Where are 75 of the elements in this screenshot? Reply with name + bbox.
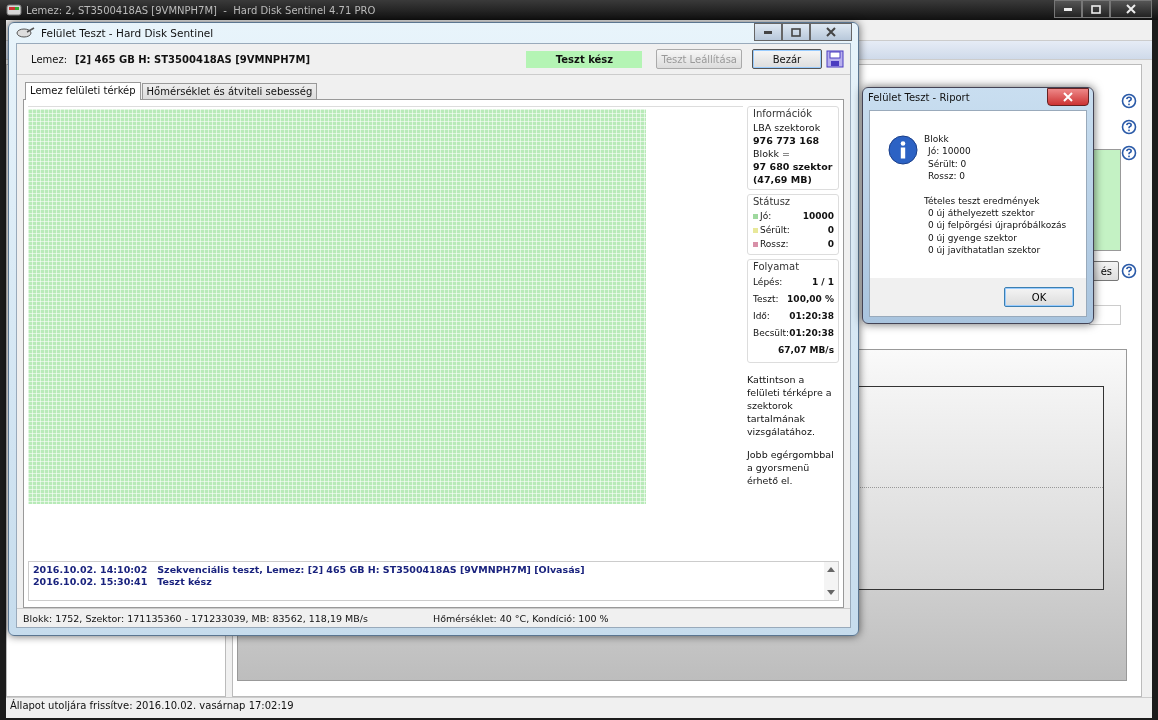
tab[interactable]: Lemez felületi térkép [25,82,141,100]
status-value: 0 [827,224,834,237]
status-label: Rossz: [760,238,790,251]
maximize-button[interactable] [782,23,810,41]
minimize-button[interactable] [1054,0,1082,18]
report-text: Sérült: 0 [927,157,968,171]
maximize-icon [791,27,801,37]
window-title: Lemez: 2, ST3500418AS [9VMNPH7M] - Hard Disk Sentinel 4.71 PRO [26,4,377,16]
window-title: Felület Teszt - Riport [868,91,971,103]
group-title: Státusz [753,195,792,207]
disk-icon [15,26,35,40]
help-icon[interactable] [1121,263,1137,279]
info-text: (47,69 MB) [753,173,813,186]
close-button[interactable] [1047,88,1089,106]
disk-label: Lemez: [31,53,67,65]
status-text: Blokk: 1752, Szektor: 171135360 - 171233039, MB: 83562, 118,19 MB/s [23,612,369,624]
scroll-up-icon[interactable] [827,566,835,572]
scrollbar[interactable] [824,562,838,600]
group-title: Információk [753,107,813,119]
progress-value: 01:20:38 [789,310,834,323]
report-text: Blokk [924,133,950,146]
ok-button[interactable]: OK [1004,287,1074,307]
progress-label: Becsült: [753,327,790,340]
log-time: 2016.10.02. 15:30:41 [33,576,148,588]
progress-value: 67,07 MB/s [777,344,834,357]
close-button[interactable] [810,23,852,41]
status-value: 10000 [802,210,834,223]
report-text: 0 új javíthatatlan szektor [927,244,1042,257]
close-icon [826,27,836,37]
progress-label: Idő: [753,310,771,323]
report-text: 0 új gyenge szektor [927,231,1018,245]
tab[interactable]: Hőmérséklet és átviteli sebesség [141,83,318,99]
close-button[interactable]: Bezár [752,49,822,69]
minimize-icon [1064,7,1072,11]
close-button[interactable] [1110,0,1152,18]
info-text: 976 773 168 [753,134,821,147]
progress-label: Teszt: [753,293,780,306]
progress-value: 01:20:38 [789,327,834,340]
status-text: Állapot utoljára frissítve: 2016.10.02. vasárnap 17:02:19 [6,697,1152,718]
report-text: Jó: 10000 [926,145,972,158]
disk-name: [2] 465 GB H: ST3500418AS [9VMNPH7M] [74,53,311,65]
group-title: Folyamat [753,260,801,272]
info-text: Blokk = [753,147,791,160]
help-icon[interactable] [1121,119,1137,135]
help-icon[interactable] [1121,93,1137,109]
report-text: 0 új felpörgési újrapróbálkozás [927,219,1067,232]
window-title: Felület Teszt - Hard Disk Sentinel [41,27,215,39]
info-icon [888,135,918,165]
progress-value: 100,00 % [787,293,834,306]
status-value: 0 [827,238,834,251]
test-status: Teszt kész [526,50,643,68]
log-time: 2016.10.02. 14:10:02 [33,564,148,576]
app-icon [6,2,22,18]
hint-text: Kattintson a felületi térképre a szektorok tartalmának vizsgálatához. [747,373,833,438]
info-text: LBA szektorok [753,121,822,134]
status-text: Hőmérséklet: 40 °C, Kondíció: 100 % [433,612,609,624]
save-icon[interactable] [826,50,844,68]
progress-value: 1 / 1 [811,276,834,289]
hint-text: Jobb egérgombbal a gyorsmenü érhető el. [747,448,835,487]
report-text: Rossz: 0 [927,170,967,183]
status-label: Jó: [760,210,773,223]
close-icon [1126,4,1136,14]
log-message: Szekvenciális teszt, Lemez: [2] 465 GB H: ST3500418AS [9VMNPH7M] [Olvasás] [157,564,585,576]
log-message: Teszt kész [157,576,212,588]
report-text: Tételes teszt eredmények [924,194,1041,208]
status-label: Sérült: [760,224,791,237]
report-text: 0 új áthelyezett szektor [927,207,1036,220]
info-text: 97 680 szektor [753,160,834,173]
maximize-icon [1091,4,1101,14]
minimize-button[interactable] [754,23,782,41]
help-icon[interactable] [1121,145,1137,161]
close-icon [1062,92,1074,102]
minimize-icon [764,30,772,34]
maximize-button[interactable] [1082,0,1110,18]
progress-label: Lépés: [753,276,784,289]
